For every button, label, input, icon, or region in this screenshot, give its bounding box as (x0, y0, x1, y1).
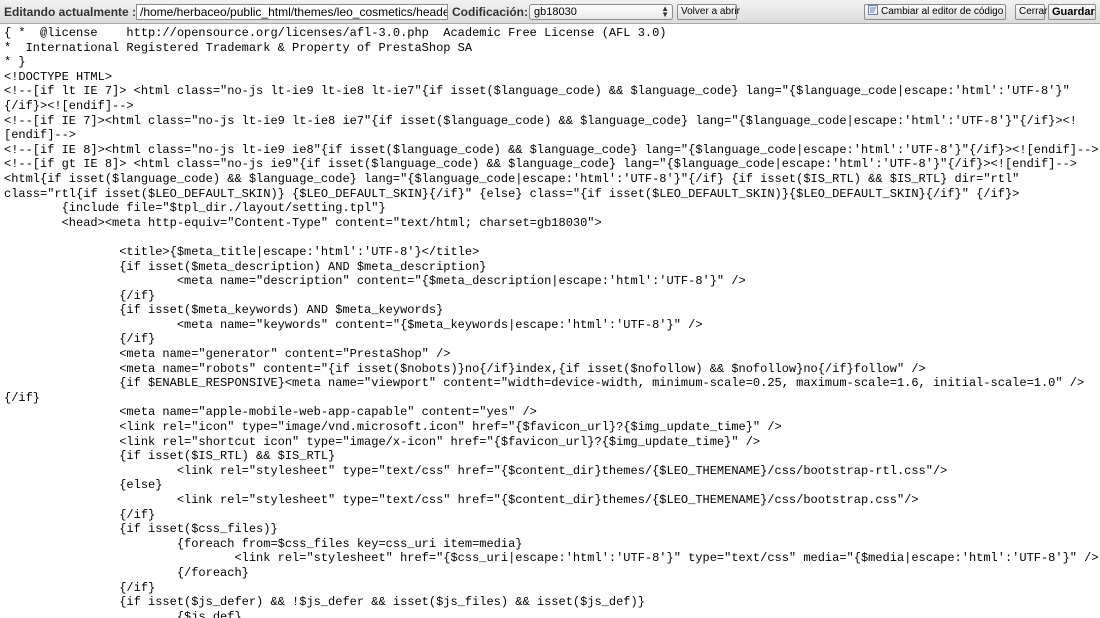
code-line: {/if} (4, 507, 156, 522)
code-line: {if isset($IS_RTL) && $IS_RTL} (4, 449, 336, 464)
code-line: {/foreach} (4, 565, 249, 580)
code-line: {/if} (4, 288, 156, 303)
save-button[interactable]: Guardar (1048, 4, 1096, 20)
code-line: <html{if isset($language_code) && $langu… (4, 171, 1020, 186)
code-line: <link rel="icon" type="image/vnd.microso… (4, 420, 782, 435)
code-editor-icon (868, 5, 878, 15)
editor-toolbar: Editando actualmente : /home/herbaceo/pu… (0, 0, 1100, 24)
code-line: <head><meta http-equiv="Content-Type" co… (4, 215, 602, 230)
code-line: <meta name="description" content="{$meta… (4, 274, 746, 289)
code-line: <meta name="robots" content="{if isset($… (4, 361, 926, 376)
code-line: {if isset($meta_description) AND $meta_d… (4, 259, 487, 274)
code-line: {foreach from=$css_files key=css_uri ite… (4, 536, 523, 551)
code-line: {/if} (4, 390, 41, 405)
code-line: * } (4, 55, 26, 70)
switch-editor-button[interactable]: Cambiar al editor de código (864, 4, 1006, 20)
code-line: {if isset($meta_keywords) AND $meta_keyw… (4, 303, 444, 318)
code-line: {/if} (4, 580, 156, 595)
code-line: <meta name="generator" content="PrestaSh… (4, 347, 451, 362)
encoding-select-value: gb18030 (534, 6, 577, 18)
file-path-field[interactable]: /home/herbaceo/public_html/themes/leo_co… (136, 4, 448, 20)
reopen-button[interactable]: Volver a abrir (677, 4, 740, 20)
code-line: <link rel="stylesheet" type="text/css" h… (4, 463, 948, 478)
switch-editor-label: Cambiar al editor de código (881, 6, 1004, 17)
code-line: {/if}><![endif]--> (4, 98, 134, 113)
code-line: {include file="$tpl_dir./layout/setting.… (4, 201, 386, 216)
code-line: <meta name="keywords" content="{$meta_ke… (4, 317, 703, 332)
code-line: <link rel="shortcut icon" type="image/x-… (4, 434, 761, 449)
code-line: { * @license http://opensource.org/licen… (4, 26, 667, 40)
code-line: <!--[if lt IE 7]> <html class="no-js lt-… (4, 84, 1070, 99)
encoding-label: Codificación: (452, 5, 529, 19)
code-line: {else} (4, 478, 163, 493)
code-line: <title>{$meta_title|escape:'html':'UTF-8… (4, 244, 480, 259)
code-line: class="rtl{if isset($LEO_DEFAULT_SKIN)} … (4, 186, 1020, 201)
code-line: {if isset($js_defer) && !$js_defer && is… (4, 595, 645, 610)
code-line: <!--[if gt IE 8]> <html class="no-js ie9… (4, 157, 1077, 172)
editing-label: Editando actualmente : (4, 5, 137, 19)
code-line: {if isset($css_files)} (4, 522, 278, 537)
code-line: <!--[if IE 8]><html class="no-js lt-ie9 … (4, 142, 1098, 157)
code-line: <!--[if IE 7]><html class="no-js lt-ie9 … (4, 113, 1077, 128)
updown-chevron-icon: ▲ ▼ (661, 4, 669, 19)
code-line: <!DOCTYPE HTML> (4, 69, 113, 84)
code-editor[interactable]: { * @license http://opensource.org/licen… (4, 26, 1098, 618)
code-line: {$js_def} (4, 609, 242, 618)
code-line: {if $ENABLE_RESPONSIVE}<meta name="viewp… (4, 376, 1085, 391)
close-button[interactable]: Cerrar (1015, 4, 1047, 20)
code-line: * International Registered Trademark & P… (4, 40, 473, 55)
code-line: <meta name="apple-mobile-web-app-capable… (4, 405, 537, 420)
code-line: <link rel="stylesheet" href="{$css_uri|e… (4, 551, 1098, 566)
code-line: <link rel="stylesheet" type="text/css" h… (4, 493, 919, 507)
encoding-select[interactable]: gb18030 ▲ ▼ (529, 4, 673, 20)
code-line: [endif]--> (4, 128, 77, 143)
code-line: {/if} (4, 332, 156, 347)
